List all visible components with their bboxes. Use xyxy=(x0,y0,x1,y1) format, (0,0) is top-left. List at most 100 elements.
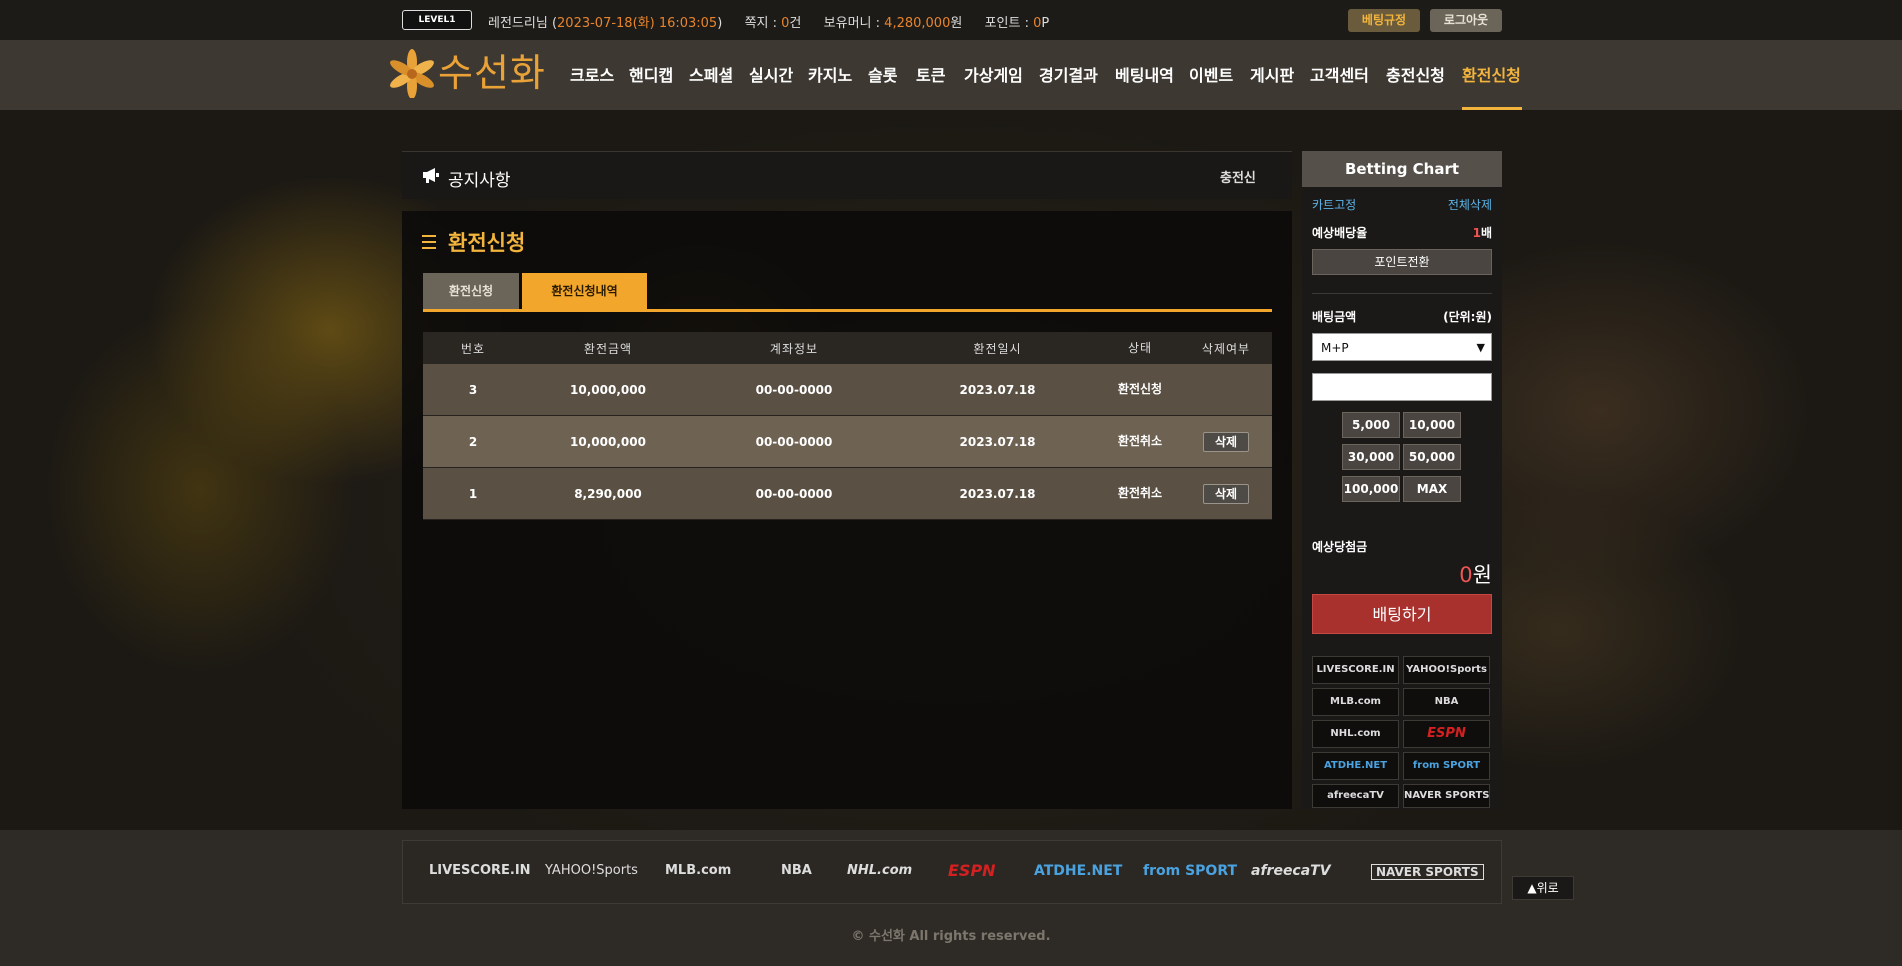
afreecatv-link[interactable]: afreecaTV xyxy=(1312,784,1399,808)
main-nav xyxy=(0,40,1902,110)
mlb-link[interactable]: MLB.com xyxy=(1312,688,1399,716)
table-row: 1 8,290,000 00-00-0000 2023.07.18 환전취소 삭… xyxy=(423,468,1272,520)
point-label: 포인트 : xyxy=(984,16,1029,31)
footer-sport-logos: LIVESCORE.IN YAHOO!Sports MLB.com NBA NH… xyxy=(402,840,1502,904)
row-number: 2 xyxy=(468,434,478,449)
delete-all-link[interactable]: 전체삭제 xyxy=(1448,196,1492,213)
expected-odds-unit: 배 xyxy=(1480,226,1492,240)
atdhe-link[interactable]: ATDHE.NET xyxy=(1312,752,1399,780)
nav-item-slot[interactable]: 슬롯 xyxy=(868,62,897,86)
row-status: 환전취소 xyxy=(1117,434,1163,448)
row-date: 2023.07.18 xyxy=(959,382,1036,397)
top-bar: LEVEL1 레전드리님 (2023-07-18(화) 16:03:05) 쪽지… xyxy=(0,0,1902,40)
row-status: 환전신청 xyxy=(1117,382,1163,396)
notice-bar: 공지사항 충전신 xyxy=(402,151,1292,199)
footer-yahoo-sports-link[interactable]: YAHOO!Sports xyxy=(545,863,638,878)
expected-win-value: 0 xyxy=(1459,563,1473,587)
delete-button[interactable]: 삭제 xyxy=(1203,431,1249,452)
livescore-link[interactable]: LIVESCORE.IN xyxy=(1312,656,1399,684)
nav-item-handicap[interactable]: 핸디캡 xyxy=(629,62,673,86)
point-convert-button[interactable]: 포인트전환 xyxy=(1312,249,1492,275)
row-delete-cell: 삭제 xyxy=(1180,431,1272,452)
nav-item-special[interactable]: 스페셜 xyxy=(689,62,733,86)
betting-chart-panel: Betting Chart 카트고정 전체삭제 예상배당율 1배 포인트전환 배… xyxy=(1302,151,1502,809)
nav-item-bet-history[interactable]: 베팅내역 xyxy=(1115,62,1174,86)
row-amount: 10,000,000 xyxy=(570,382,646,397)
nav-item-virtual-game[interactable]: 가상게임 xyxy=(964,62,1023,86)
amount-10000-button[interactable]: 10,000 xyxy=(1403,412,1461,438)
nav-item-cross[interactable]: 크로스 xyxy=(570,62,614,86)
nav-item-support[interactable]: 고객센터 xyxy=(1310,62,1369,86)
page-title: 환전신청 xyxy=(448,231,526,255)
row-number: 3 xyxy=(468,382,478,397)
footer-espn-link[interactable]: ESPN xyxy=(948,861,996,880)
bet-amount-label: 배팅금액 xyxy=(1312,310,1357,324)
amount-30000-button[interactable]: 30,000 xyxy=(1342,444,1400,470)
footer-afreecatv-link[interactable]: afreecaTV xyxy=(1251,863,1331,879)
column-header: 환전일시 xyxy=(973,341,1022,356)
nav-item-token[interactable]: 토큰 xyxy=(916,62,945,86)
footer-atdhe-link[interactable]: ATDHE.NET xyxy=(1034,863,1122,879)
nav-item-live[interactable]: 실시간 xyxy=(749,62,793,86)
notice-title[interactable]: 공지사항 xyxy=(448,166,511,191)
expected-win-label: 예상당첨금 xyxy=(1312,540,1368,554)
tab-withdraw-history[interactable]: 환전신청내역 xyxy=(522,273,647,310)
megaphone-icon xyxy=(423,168,439,183)
column-header: 계좌정보 xyxy=(769,341,819,356)
tab-withdraw-request[interactable]: 환전신청 xyxy=(423,273,519,310)
bet-amount-input[interactable] xyxy=(1312,373,1492,401)
money-label: 보유머니 : xyxy=(823,16,881,31)
expected-odds-value-wrap: 1배 xyxy=(1473,224,1492,241)
naver-sports-link[interactable]: NAVER SPORTS xyxy=(1403,784,1490,808)
user-name: 레전드리님 xyxy=(488,16,548,31)
row-delete-cell: 삭제 xyxy=(1180,483,1272,504)
nav-item-withdraw[interactable]: 환전신청 xyxy=(1462,62,1521,86)
footer-naver-sports-link[interactable]: NAVER SPORTS xyxy=(1371,864,1484,880)
footer-livescore-link[interactable]: LIVESCORE.IN xyxy=(429,863,531,878)
espn-link[interactable]: ESPN xyxy=(1403,720,1490,748)
bet-type-selected: M+P xyxy=(1321,341,1349,355)
withdraw-panel: 환전신청 환전신청 환전신청내역 번호 환전금액 계좌정보 환전일시 상태 삭제… xyxy=(402,211,1292,809)
fromsport-link[interactable]: from SPORT xyxy=(1403,752,1490,780)
betting-rules-button[interactable]: 베팅규정 xyxy=(1348,9,1420,32)
amount-max-button[interactable]: MAX xyxy=(1403,476,1461,502)
nav-item-deposit[interactable]: 충전신청 xyxy=(1386,62,1445,86)
nav-item-results[interactable]: 경기결과 xyxy=(1039,62,1098,86)
amount-50000-button[interactable]: 50,000 xyxy=(1403,444,1461,470)
row-amount: 10,000,000 xyxy=(570,434,646,449)
table-row: 2 10,000,000 00-00-0000 2023.07.18 환전취소 … xyxy=(423,416,1272,468)
point-unit: P xyxy=(1041,16,1050,31)
nhl-link[interactable]: NHL.com xyxy=(1312,720,1399,748)
messages-label[interactable]: 쪽지 : xyxy=(745,16,777,31)
money-value: 4,280,000 xyxy=(884,16,951,31)
logo-text[interactable]: 수선화 xyxy=(438,51,546,95)
column-header: 삭제여부 xyxy=(1201,341,1251,356)
footer-nhl-link[interactable]: NHL.com xyxy=(847,863,912,878)
table-header: 번호 환전금액 계좌정보 환전일시 상태 삭제여부 xyxy=(423,332,1272,364)
logout-button[interactable]: 로그아웃 xyxy=(1430,9,1502,32)
scroll-top-button[interactable]: ▲위로 xyxy=(1512,876,1574,900)
menu-lines-icon xyxy=(422,235,436,249)
notice-ticker[interactable]: 충전신 xyxy=(1220,167,1256,186)
footer-fromsport-link[interactable]: from SPORT xyxy=(1143,863,1237,879)
withdraw-history-table: 번호 환전금액 계좌정보 환전일시 상태 삭제여부 3 10,000,000 0… xyxy=(423,332,1272,520)
table-row: 3 10,000,000 00-00-0000 2023.07.18 환전신청 xyxy=(423,364,1272,416)
footer-mlb-link[interactable]: MLB.com xyxy=(665,863,731,878)
betting-chart-title: Betting Chart xyxy=(1302,151,1502,187)
amount-100000-button[interactable]: 100,000 xyxy=(1342,476,1400,502)
nav-item-casino[interactable]: 카지노 xyxy=(808,62,852,86)
amount-5000-button[interactable]: 5,000 xyxy=(1342,412,1400,438)
place-bet-button[interactable]: 배팅하기 xyxy=(1312,594,1492,634)
fix-cart-link[interactable]: 카트고정 xyxy=(1312,196,1356,213)
nav-item-event[interactable]: 이벤트 xyxy=(1189,62,1233,86)
footer-nba-link[interactable]: NBA xyxy=(781,863,812,878)
nba-link[interactable]: NBA xyxy=(1403,688,1490,716)
yahoo-sports-link[interactable]: YAHOO!Sports xyxy=(1403,656,1490,684)
messages-unit: 건 xyxy=(789,16,802,31)
expected-win-unit: 원 xyxy=(1472,563,1492,587)
column-header: 상태 xyxy=(1127,340,1153,355)
nav-item-board[interactable]: 게시판 xyxy=(1250,62,1294,86)
current-datetime: 2023-07-18(화) 16:03:05 xyxy=(557,16,718,31)
bet-type-select[interactable]: M+P ▼ xyxy=(1312,333,1492,361)
delete-button[interactable]: 삭제 xyxy=(1203,483,1249,504)
